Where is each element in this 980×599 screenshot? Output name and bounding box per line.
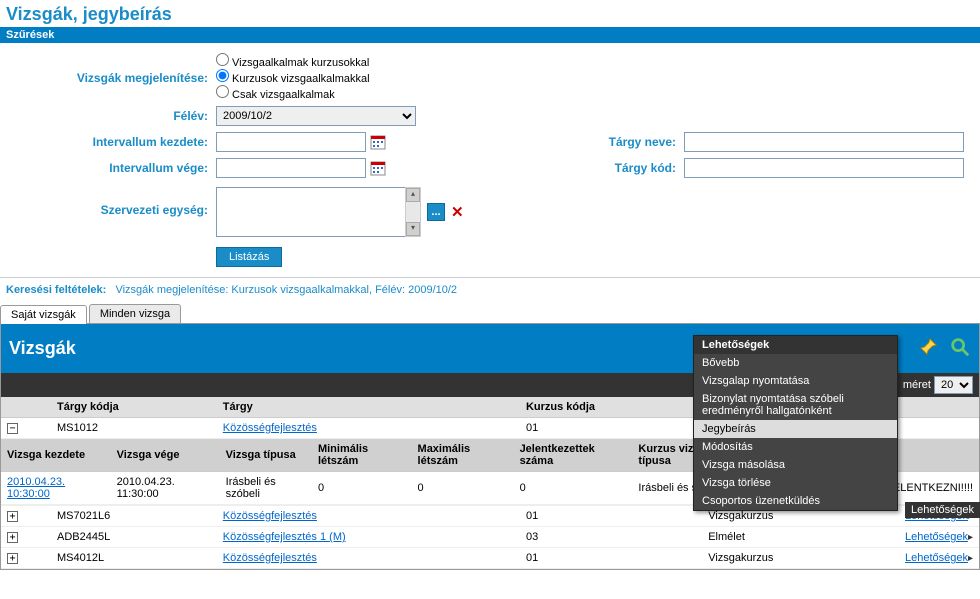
cell-course-type: Elmélet xyxy=(702,527,879,548)
expand-icon[interactable]: + xyxy=(7,532,18,543)
interval-end-input[interactable] xyxy=(216,158,366,178)
pin-icon[interactable] xyxy=(917,336,939,361)
interval-end-label: Intervallum vége: xyxy=(6,161,216,175)
context-menu-item[interactable]: Vizsga törlése xyxy=(694,474,897,492)
interval-start-label: Intervallum kezdete: xyxy=(6,135,216,149)
tab-all-exams[interactable]: Minden vizsga xyxy=(89,304,181,323)
col-subject[interactable]: Tárgy xyxy=(217,397,520,418)
subject-link[interactable]: Közösségfejlesztés 1 (M) xyxy=(223,531,346,543)
grid-title: Vizsgák xyxy=(9,338,76,359)
cell-course-code: 03 xyxy=(520,527,702,548)
search-conditions: Keresési feltételek: Vizsgák megjeleníté… xyxy=(0,278,980,302)
options-link[interactable]: Lehetőségek xyxy=(905,531,968,543)
context-menu-item[interactable]: Módosítás xyxy=(694,438,897,456)
radio-option-2[interactable]: Csak vizsgaalkalmak xyxy=(216,85,335,101)
list-button[interactable]: Listázás xyxy=(216,247,282,267)
display-label: Vizsgák megjelenítése: xyxy=(6,53,216,85)
cell-subject-code: MS7021L6 xyxy=(51,506,217,527)
context-menu-item[interactable]: Jegybeírás xyxy=(694,420,897,438)
org-unit-clear-button[interactable]: ✕ xyxy=(451,203,464,221)
context-menu-item[interactable]: Vizsgalap nyomtatása xyxy=(694,372,897,390)
sub-col-5[interactable]: Jelentkezettek száma xyxy=(514,439,633,472)
col-course-code[interactable]: Kurzus kódja xyxy=(520,397,702,418)
page-title: Vizsgák, jegybeírás xyxy=(0,0,980,27)
subject-name-input[interactable] xyxy=(684,132,964,152)
radio-option-0[interactable]: Vizsgaalkalmak kurzusokkal xyxy=(216,53,369,69)
cell-subject-code: MS4012L xyxy=(51,548,217,569)
subject-link[interactable]: Közösségfejlesztés xyxy=(223,552,317,564)
context-menu-item[interactable]: Bizonylat nyomtatása szóbeli eredményről… xyxy=(694,390,897,420)
filter-header: Szűrések xyxy=(0,27,980,43)
org-unit-browse-button[interactable]: ... xyxy=(427,203,445,221)
org-unit-label: Szervezeti egység: xyxy=(6,187,216,217)
cell-course-code: 01 xyxy=(520,506,702,527)
context-menu: Lehetőségek BővebbVizsgalap nyomtatásaBi… xyxy=(693,335,898,511)
options-link[interactable]: Lehetőségek xyxy=(905,552,968,564)
tab-own-exams[interactable]: Saját vizsgák xyxy=(0,305,87,324)
context-menu-header: Lehetőségek xyxy=(694,336,897,354)
filter-panel: Vizsgák megjelenítése: Vizsgaalkalmak ku… xyxy=(0,43,980,278)
sub-col-3[interactable]: Minimális létszám xyxy=(312,439,412,472)
subject-link[interactable]: Közösségfejlesztés xyxy=(223,510,317,522)
search-icon[interactable] xyxy=(949,336,971,361)
exam-start-link[interactable]: 2010.04.23. 10:30:00 xyxy=(7,476,65,500)
collapse-icon[interactable]: − xyxy=(7,423,18,434)
expand-icon[interactable]: + xyxy=(7,511,18,522)
col-subject-code[interactable]: Tárgy kódja xyxy=(51,397,217,418)
context-menu-item[interactable]: Vizsga másolása xyxy=(694,456,897,474)
subject-name-label: Tárgy neve: xyxy=(584,135,684,149)
subject-code-label: Tárgy kód: xyxy=(584,161,684,175)
calendar-icon[interactable] xyxy=(370,160,386,176)
org-unit-textarea[interactable] xyxy=(216,187,406,237)
options-button-dark[interactable]: Lehetőségek xyxy=(905,502,980,518)
scrollbar[interactable]: ▴▾ xyxy=(405,187,421,237)
cell-subject-code: ADB2445L xyxy=(51,527,217,548)
col-expand xyxy=(1,397,27,418)
sub-col-4[interactable]: Maximális létszám xyxy=(412,439,514,472)
subject-code-input[interactable] xyxy=(684,158,964,178)
table-row: + ADB2445L Közösségfejlesztés 1 (M) 03Elmél… xyxy=(1,527,979,548)
cell-course-code: 01 xyxy=(520,418,702,439)
table-row: + MS4012L Közösségfejlesztés 01Vizsgakurzus… xyxy=(1,548,979,569)
cell-course-type: Vizsgakurzus xyxy=(702,548,879,569)
semester-label: Félév: xyxy=(6,109,216,123)
cell-course-code: 01 xyxy=(520,548,702,569)
tabs: Saját vizsgák Minden vizsga xyxy=(0,304,980,323)
sub-col-2[interactable]: Vizsga típusa xyxy=(220,439,312,472)
page-size-select[interactable]: 20 xyxy=(934,376,973,394)
cell-subject-code: MS1012 xyxy=(51,418,217,439)
sub-col-0[interactable]: Vizsga kezdete xyxy=(1,439,111,472)
expand-icon[interactable]: + xyxy=(7,553,18,564)
interval-start-input[interactable] xyxy=(216,132,366,152)
subject-link[interactable]: Közösségfejlesztés xyxy=(223,422,317,434)
page-size-label: méret xyxy=(903,379,931,391)
radio-option-1[interactable]: Kurzusok vizsgaalkalmakkal xyxy=(216,69,370,85)
semester-select[interactable]: 2009/10/2 xyxy=(216,106,416,126)
context-menu-item[interactable]: Csoportos üzenetküldés xyxy=(694,492,897,510)
calendar-icon[interactable] xyxy=(370,134,386,150)
sub-col-1[interactable]: Vizsga vége xyxy=(111,439,220,472)
context-menu-item[interactable]: Bővebb xyxy=(694,354,897,372)
